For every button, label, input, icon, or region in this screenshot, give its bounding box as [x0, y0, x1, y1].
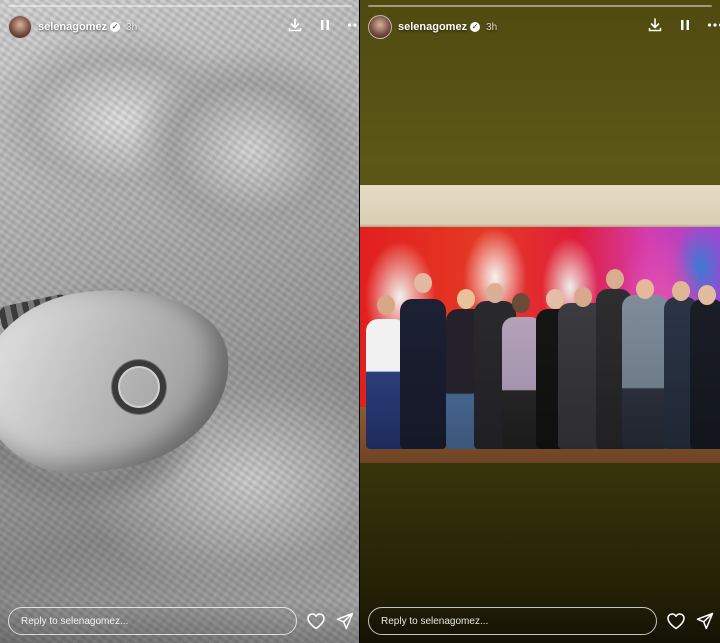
- reply-input[interactable]: [368, 607, 657, 635]
- username[interactable]: selenagomez: [398, 21, 467, 33]
- person: [690, 299, 720, 449]
- pause-icon[interactable]: [676, 16, 694, 34]
- person-head: [414, 273, 432, 293]
- download-icon[interactable]: [646, 16, 664, 34]
- person-head: [574, 287, 592, 307]
- story-header: selenagomez ✓ 3h: [8, 14, 137, 40]
- download-icon[interactable]: [286, 16, 304, 34]
- avatar[interactable]: [8, 15, 32, 39]
- person-head: [486, 283, 504, 303]
- more-icon[interactable]: [346, 16, 360, 34]
- heart-icon[interactable]: [666, 612, 686, 630]
- verified-badge-icon: ✓: [110, 22, 121, 32]
- person-head: [606, 269, 624, 289]
- time-ago: 3h: [486, 21, 498, 33]
- story-progress-bar: [368, 5, 712, 7]
- person-head: [672, 281, 690, 301]
- story-left[interactable]: selenagomez ✓ 3h: [0, 0, 360, 643]
- person-head: [512, 293, 530, 313]
- story-footer: [360, 600, 720, 643]
- send-icon[interactable]: [696, 612, 714, 630]
- story-progress-bar: [8, 5, 352, 7]
- reply-input[interactable]: [8, 607, 297, 635]
- ring-detail: [112, 360, 166, 414]
- pause-icon[interactable]: [316, 16, 334, 34]
- person: [622, 295, 668, 449]
- avatar[interactable]: [368, 15, 392, 39]
- person-head: [636, 279, 654, 299]
- more-icon[interactable]: [706, 16, 720, 34]
- heart-icon[interactable]: [306, 612, 326, 630]
- send-icon[interactable]: [336, 612, 354, 630]
- story-actions: [286, 16, 360, 34]
- story-header: selenagomez ✓ 3h: [368, 14, 497, 40]
- username[interactable]: selenagomez: [38, 21, 107, 33]
- person-head: [377, 295, 395, 315]
- verified-badge-icon: ✓: [470, 22, 481, 32]
- story-photo-group: [360, 185, 720, 463]
- person-head: [698, 285, 716, 305]
- person: [400, 299, 446, 449]
- story-actions: [646, 16, 720, 34]
- person-head: [457, 289, 475, 309]
- story-footer: [0, 600, 360, 643]
- time-ago: 3h: [126, 21, 138, 33]
